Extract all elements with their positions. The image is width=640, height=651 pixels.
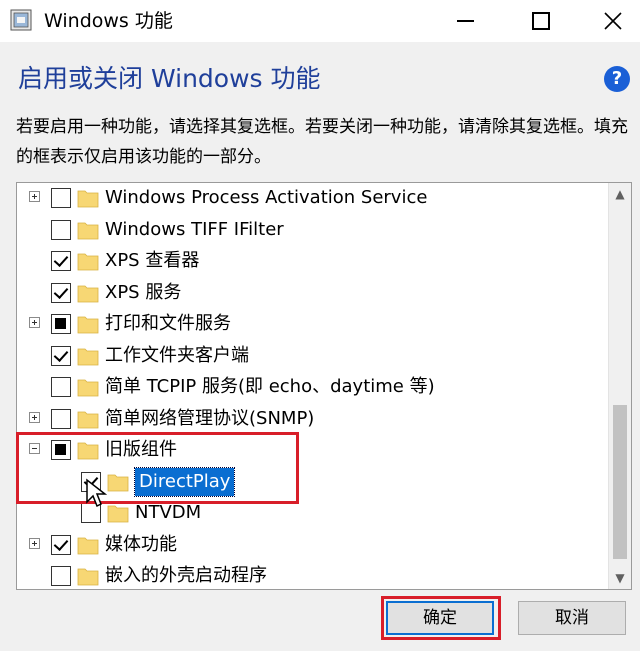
feature-checkbox[interactable] [51,345,71,366]
folder-icon [77,537,99,554]
vertical-scrollbar[interactable]: ▲ ▼ [608,183,631,589]
feature-label: XPS 查看器 [105,250,200,271]
feature-label: 简单 TCPIP 服务(即 echo、daytime 等) [105,376,435,397]
minimize-button[interactable] [438,0,492,42]
feature-row[interactable]: Windows Process Activation Service [17,183,607,214]
feature-checkbox[interactable] [51,314,71,334]
features-tree[interactable]: ▲ ▼ Windows Process Activation Service Wi… [16,182,632,590]
title-bar[interactable]: Windows 功能 [0,0,640,42]
close-button[interactable] [586,0,640,42]
folder-icon [77,316,99,334]
folder-icon [77,285,99,302]
feature-checkbox[interactable] [51,219,71,240]
feature-checkbox[interactable] [51,188,71,208]
scrollbar-thumb[interactable] [613,405,627,559]
windows-features-dialog: Windows 功能 启用或关闭 Windows 功能 ? 若要启用一种功能，请… [0,0,640,651]
feature-row[interactable]: 简单网络管理协议(SNMP) [17,404,607,435]
expand-icon[interactable] [29,191,40,202]
feature-label: 简单网络管理协议(SNMP) [105,407,315,429]
feature-label: XPS 服务 [105,281,182,303]
folder-icon [77,190,99,208]
scroll-down-icon[interactable]: ▼ [609,567,631,589]
folder-icon [77,348,99,365]
windows-features-app-icon [10,9,32,31]
feature-checkbox[interactable] [51,251,71,271]
feature-label: 工作文件夹客户端 [105,344,249,366]
expand-icon[interactable] [29,317,40,328]
feature-row[interactable]: XPS 查看器 [17,246,607,277]
feature-row[interactable]: XPS 服务 [17,278,607,309]
feature-label: Windows TIFF IFilter [105,218,284,240]
folder-icon [77,568,99,586]
feature-checkbox[interactable] [51,377,71,397]
cancel-button[interactable]: 取消 [518,601,626,635]
feature-row[interactable]: 打印和文件服务 [17,309,607,340]
maximize-button[interactable] [514,0,568,42]
feature-row[interactable]: 媒体功能 [17,530,607,561]
feature-row[interactable]: 工作文件夹客户端 [17,341,607,372]
ok-button[interactable]: 确定 [386,601,494,635]
folder-icon [77,411,99,428]
mouse-pointer-icon [86,478,107,508]
minimize-icon [456,20,474,22]
folder-icon [107,505,129,523]
expand-icon[interactable] [29,411,40,423]
feature-label: Windows Process Activation Service [105,187,428,208]
maximize-icon [532,12,550,30]
feature-row[interactable]: 嵌入的外壳启动程序 [17,561,607,589]
scroll-up-icon[interactable]: ▲ [609,183,631,205]
feature-label: 打印和文件服务 [105,313,231,334]
feature-label: 媒体功能 [105,533,177,555]
page-title: 启用或关闭 Windows 功能 [18,64,321,93]
folder-icon [77,379,99,397]
highlight-box-legacy-components [16,432,299,504]
feature-row[interactable]: Windows TIFF IFilter [17,215,607,246]
window-title: Windows 功能 [44,10,173,32]
folder-icon [77,222,99,239]
folder-icon [77,253,99,271]
feature-checkbox[interactable] [51,282,71,303]
help-icon[interactable]: ? [604,66,630,92]
feature-checkbox[interactable] [51,408,71,429]
feature-label: 嵌入的外壳启动程序 [105,565,267,586]
instructions-text: 若要启用一种功能，请选择其复选框。若要关闭一种功能，请清除其复选框。填充的框表示… [16,117,628,167]
feature-row[interactable]: 简单 TCPIP 服务(即 echo、daytime 等) [17,372,607,403]
feature-checkbox[interactable] [51,566,71,586]
expand-icon[interactable] [29,537,40,549]
close-icon [604,12,622,30]
feature-checkbox[interactable] [51,534,71,555]
